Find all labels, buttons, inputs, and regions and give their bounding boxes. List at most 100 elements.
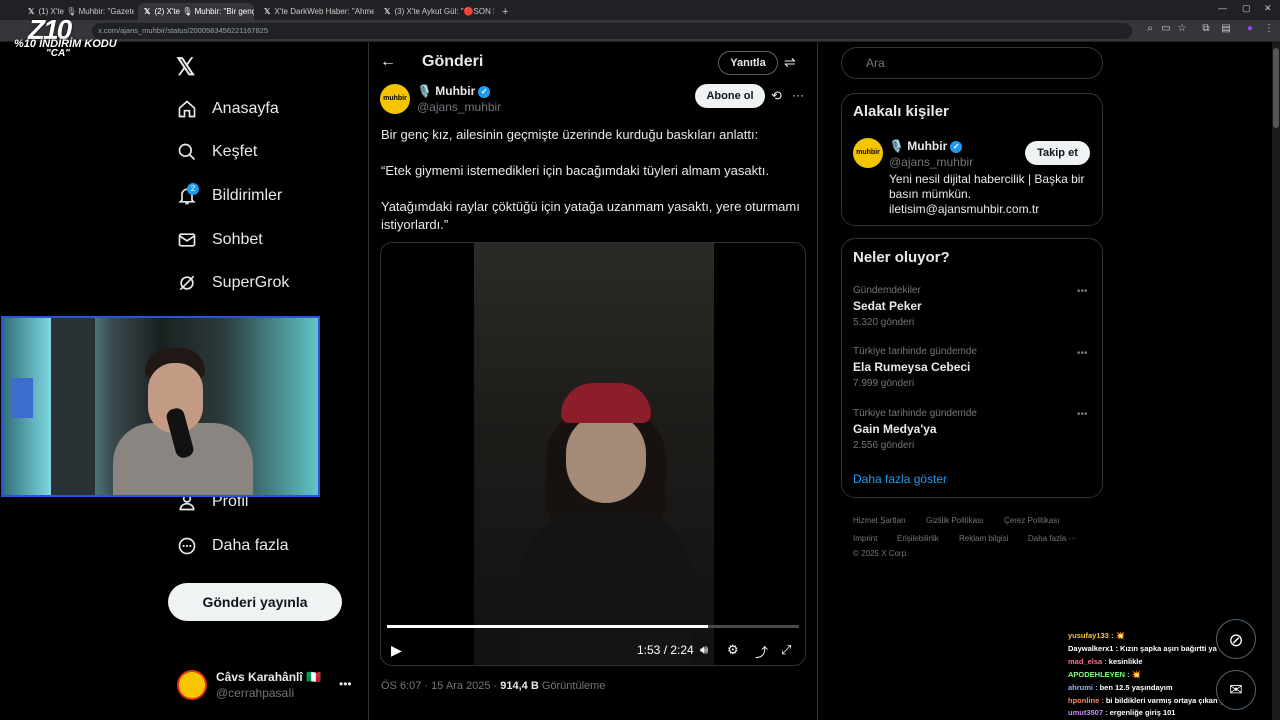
x-favicon-icon: 𝕏 (144, 7, 151, 16)
browser-tab-active[interactable]: 𝕏(2) X'te 🎙 Muhbir: "Bir genç kı✕ (138, 3, 254, 20)
video-player[interactable] (380, 242, 806, 666)
messages-fab-icon[interactable]: ✉ (1216, 670, 1256, 710)
promo-code: "CA" (46, 48, 70, 59)
scrollbar-thumb[interactable] (1273, 48, 1279, 128)
related-avatar[interactable]: muhbir (853, 138, 883, 168)
footer-link[interactable]: Gizlilik Politikası (926, 516, 983, 525)
post-button[interactable]: Gönderi yayınla (168, 583, 342, 621)
author-name[interactable]: 🎙️ Muhbir ✓ (417, 84, 491, 98)
footer-link[interactable]: Çerez Politikası (1004, 516, 1060, 525)
chat-message: umut3507 : ergenliğe giriş 101 (1068, 708, 1175, 717)
nav-home[interactable]: Anasayfa (176, 97, 279, 121)
chat-message: APODEHLEYEN : 💥 (1068, 670, 1141, 679)
browser-tab[interactable]: 𝕏(3) X'te Aykut Gül: "🔴SON DA✕ (378, 3, 494, 20)
post-meta: ÖS 6:07 · 15 Ara 2025 · 914,4 B Görüntül… (381, 680, 606, 692)
post-text: Yatağımdaki raylar çöktüğü için yatağa u… (381, 199, 800, 232)
maximize-icon[interactable]: ▢ (1242, 3, 1251, 14)
verified-badge-icon: ✓ (950, 140, 963, 153)
play-icon[interactable]: ▶ (391, 642, 402, 659)
account-avatar[interactable] (177, 670, 207, 700)
volume-icon[interactable]: 🔊︎ (700, 642, 708, 658)
trend-name[interactable]: Gain Medya'ya (853, 422, 937, 436)
related-name[interactable]: 🎙️ Muhbir ✓ (889, 139, 963, 153)
footer-link[interactable]: Reklam bilgisi (959, 534, 1008, 543)
x-favicon-icon: 𝕏 (384, 7, 391, 16)
nav-explore[interactable]: Keşfet (176, 140, 257, 164)
x-logo-icon[interactable]: 𝕏 (176, 53, 195, 82)
chat-user: Daywalkerx1 : (1068, 644, 1119, 653)
url-field[interactable]: x.com/ajans_muhbir/status/20005834562211… (92, 23, 1132, 39)
chat-user: hponline : (1068, 696, 1104, 705)
chat-text: 💥 (1131, 670, 1142, 679)
extensions-icon[interactable]: ⧉ (1199, 23, 1213, 34)
window-close-icon[interactable]: ✕ (1264, 3, 1272, 14)
trend-count: 2.556 gönderi (853, 440, 915, 451)
chat-text: kesinlikle (1108, 657, 1143, 666)
chat-message: mad_elsa : kesinlikle (1068, 657, 1143, 666)
nav-supergrok[interactable]: SuperGrok (176, 271, 289, 295)
trend-context: Türkiye tarihinde gündemde (853, 408, 977, 419)
more-circle-icon (176, 535, 198, 557)
trend-name[interactable]: Sedat Peker (853, 299, 922, 313)
zoom-icon[interactable]: ⌕ (1143, 23, 1157, 34)
bookmark-star-icon[interactable]: ☆ (1175, 23, 1189, 34)
grok-fab-icon[interactable]: ⊘ (1216, 619, 1256, 659)
chat-user: ahrumi : (1068, 683, 1098, 692)
trend-name[interactable]: Ela Rumeysa Cebeci (853, 360, 970, 374)
nav-label: Keşfet (212, 143, 258, 160)
nav-more[interactable]: Daha fazla (176, 534, 289, 558)
chat-text: Kızın şapka aşırı bağırtti ya (1120, 644, 1217, 653)
copyright: © 2025 X Corp. (853, 549, 909, 558)
nav-label: SuperGrok (212, 274, 290, 291)
grok-icon[interactable]: ⟲ (771, 88, 782, 104)
scrollbar[interactable] (1272, 42, 1280, 720)
subscribe-button[interactable]: Abone ol (695, 84, 765, 108)
related-handle: @ajans_muhbir (889, 155, 974, 169)
account-name[interactable]: Câvs Karahânlî 🇮🇹 (216, 670, 321, 684)
show-more-link[interactable]: Daha fazla göster (853, 472, 947, 486)
footer-link[interactable]: Daha fazla ··· (1028, 534, 1076, 543)
trend-more-icon[interactable]: ••• (1077, 286, 1088, 297)
new-tab-button[interactable]: + (496, 3, 512, 20)
browser-tab[interactable]: 𝕏X'te DarkWeb Haber: "Ahmet Ç✕ (258, 3, 374, 20)
post-more-icon[interactable]: ··· (792, 88, 804, 102)
post-text: “Etek giymemi istemedikleri için bacağım… (381, 163, 769, 178)
cast-icon[interactable]: ▭ (1159, 23, 1173, 34)
video-subject-cap (561, 383, 651, 423)
account-more-icon[interactable]: ••• (339, 677, 352, 691)
video-time: 1:53 / 2:24 (637, 643, 694, 657)
nav-chat[interactable]: Sohbet (176, 228, 263, 252)
tab-search-icon[interactable]: ▤ (1219, 23, 1233, 34)
follow-button[interactable]: Takip et (1025, 141, 1090, 165)
chat-user: yusufay133 : (1068, 631, 1114, 640)
trend-more-icon[interactable]: ••• (1077, 409, 1088, 420)
minimize-icon[interactable]: — (1218, 3, 1227, 13)
filter-icon[interactable]: ⇌ (784, 54, 796, 71)
footer-link[interactable]: Hizmet Şartları (853, 516, 906, 525)
mail-icon (176, 229, 198, 251)
nav-label: Bildirimler (212, 187, 283, 204)
author-handle: @ajans_muhbir (417, 100, 502, 114)
profile-avatar-icon[interactable]: ● (1243, 23, 1257, 34)
chat-message: yusufay133 : 💥 (1068, 631, 1125, 640)
related-title: Alakalı kişiler (853, 103, 949, 120)
popout-icon[interactable]: ⤴ (755, 642, 768, 661)
post-text: Bir genç kız, ailesinin geçmişte üzerind… (381, 127, 759, 142)
footer-link[interactable]: Erişilebilirlik (897, 534, 939, 543)
author-avatar[interactable]: muhbir (380, 84, 410, 114)
settings-gear-icon[interactable]: ⚙ (727, 642, 739, 658)
footer-link[interactable]: Imprint (853, 534, 877, 543)
video-subject-face (566, 413, 646, 503)
video-progress-bar[interactable] (387, 625, 799, 628)
reply-button[interactable]: Yanıtla (718, 51, 778, 75)
chat-user: umut3507 : (1068, 708, 1108, 717)
search-input[interactable]: Ara (841, 47, 1103, 79)
trend-more-icon[interactable]: ••• (1077, 348, 1088, 359)
chat-message: Daywalkerx1 : Kızın şapka aşırı bağırtti … (1068, 644, 1217, 653)
browser-tab-bar: 𝕏(1) X'te 🎙 Muhbir: "Gazeteci İs✕ 𝕏(2) X… (0, 0, 1280, 20)
trend-context: Gündemdekiler (853, 285, 921, 296)
back-arrow-icon[interactable]: ← (380, 53, 396, 71)
search-icon (176, 141, 198, 163)
browser-menu-icon[interactable]: ⋮ (1262, 23, 1276, 34)
fullscreen-icon[interactable]: ⤢ (781, 642, 791, 658)
